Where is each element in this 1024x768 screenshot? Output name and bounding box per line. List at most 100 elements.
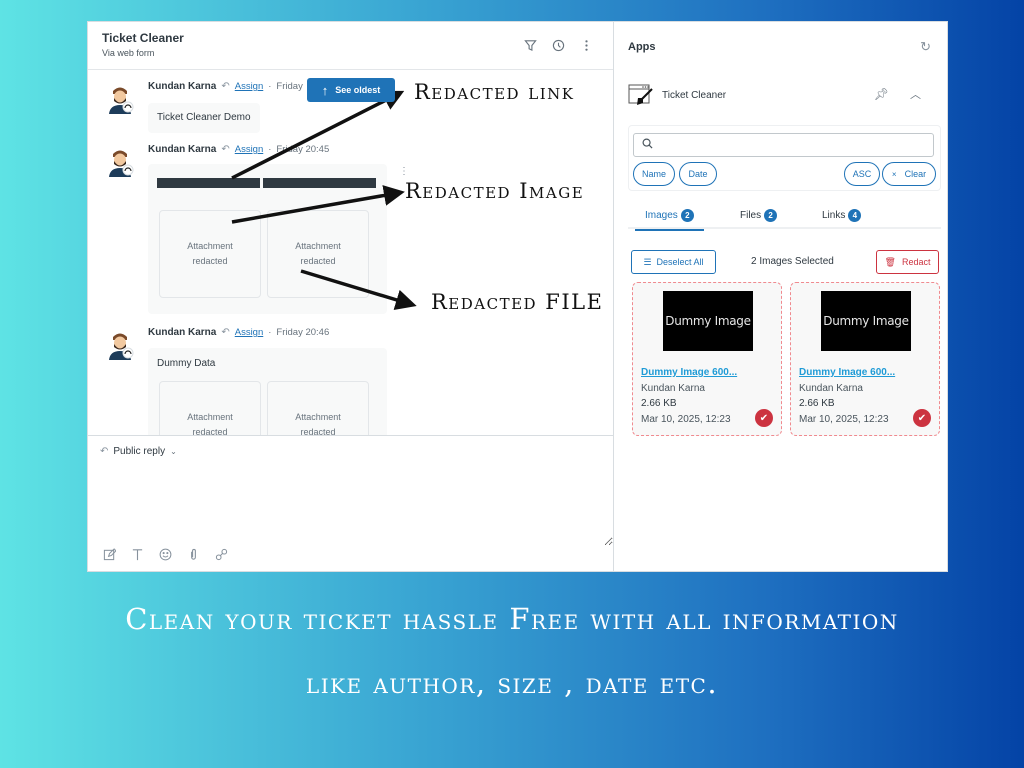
tab-images[interactable]: Images 2 [635,202,704,231]
avatar [109,333,134,360]
file-author: Kundan Karna [799,383,863,394]
reply-type-label: Public reply [113,446,166,457]
message-body: Ticket Cleaner Demo [148,103,260,133]
avatar [109,87,134,114]
attachment-status: redacted [192,256,228,266]
file-date: Mar 10, 2025, 12:23 [799,414,889,425]
apps-title: Apps [628,41,656,53]
search-field[interactable] [633,133,934,157]
selection-actions: ☰ Deselect All 2 Images Selected 🗑︎ Reda… [631,250,939,274]
attachment-label: Attachment [187,241,233,251]
caption-line-1: Clean your ticket hassle Free with all i… [125,602,899,636]
reply-icon: ↶ [100,446,109,457]
attachment-redacted[interactable]: Attachment redacted [267,381,369,435]
file-size: 2.66 KB [641,398,677,409]
reply-input[interactable] [88,466,613,546]
avatar [109,150,134,177]
attachment-redacted[interactable]: Attachment redacted [159,210,261,298]
more-vertical-icon[interactable] [579,38,593,52]
composer-toolbar [102,547,228,561]
close-icon: × [891,169,897,179]
attachment-status: redacted [300,427,336,435]
text-format-icon[interactable] [130,547,144,561]
message-author: Kundan Karna [148,81,217,92]
separator-dot: · [268,144,272,155]
history-icon[interactable] [551,38,565,52]
reply-type-selector[interactable]: ↶ Public reply ⌄ [100,446,177,457]
message: Kundan Karna ↶ Assign · Friday 20:46 Dum… [106,327,613,435]
ticket-header: Ticket Cleaner Via web form [88,22,613,70]
pin-icon[interactable]: 📌︎ [874,87,889,101]
file-size: 2.66 KB [799,398,835,409]
media-card[interactable]: Dummy Image Dummy Image 600... Kundan Ka… [790,282,940,436]
sort-order-button[interactable]: ASC [844,162,880,186]
trash-icon: 🗑︎ [884,256,896,267]
deselect-label: Deselect All [656,257,704,267]
file-name-link[interactable]: Dummy Image 600... [641,367,737,378]
message-timestamp: Friday 20:45 [276,144,330,155]
apps-panel: Apps ↻ Ticket Cleaner 📌︎ ︿ Name Date ASC… [614,22,947,571]
clear-filters-button[interactable]: × Clear [882,162,936,186]
tab-label: Links [822,210,846,221]
selected-check-icon[interactable]: ✔ [755,409,773,427]
media-card[interactable]: Dummy Image Dummy Image 600... Kundan Ka… [632,282,782,436]
count-badge: 2 [764,209,778,222]
selection-count: 2 Images Selected [751,256,834,267]
chevron-up-icon[interactable]: ︿ [910,86,921,102]
arrow-up-icon: ↑ [321,82,329,98]
redact-button[interactable]: 🗑︎ Redact [876,250,939,274]
see-oldest-label: See oldest [335,85,381,95]
file-author: Kundan Karna [641,383,705,394]
assign-link[interactable]: Assign [235,144,264,155]
tab-files[interactable]: Files 2 [740,202,778,229]
message-author: Kundan Karna [148,144,217,155]
attachment-redacted[interactable]: Attachment redacted [267,210,369,298]
image-thumbnail[interactable]: Dummy Image [663,291,753,351]
redact-label: Redact [901,257,931,267]
app-header-ticket-cleaner: Ticket Cleaner 📌︎ ︿ [628,82,933,108]
conversation-list[interactable]: Kundan Karna ↶ Assign · Friday Ticket Cl… [88,71,613,435]
deselect-all-button[interactable]: ☰ Deselect All [631,250,716,274]
compose-icon[interactable] [102,547,116,561]
message-timestamp: Friday 20:46 [276,327,330,338]
sort-by-name-button[interactable]: Name [633,162,675,186]
tab-label: Files [740,210,762,221]
count-badge: 4 [848,209,862,222]
file-name-link[interactable]: Dummy Image 600... [799,367,895,378]
separator-dot: · [268,81,272,92]
clear-label: Clear [904,169,927,179]
see-oldest-button[interactable]: ↑ See oldest [307,78,395,102]
annotation-redacted-link: Redacted link [414,80,575,104]
refresh-icon[interactable]: ↻ [920,39,931,55]
assign-link[interactable]: Assign [235,81,264,92]
message-more-icon[interactable]: ⋮ [399,167,409,177]
reply-icon: ↶ [221,327,230,338]
attachment-status: redacted [300,256,336,266]
link-icon[interactable] [214,547,228,561]
reply-icon: ↶ [221,81,230,92]
redacted-link-bar [157,178,260,188]
ticket-cleaner-logo [628,84,653,105]
image-thumbnail[interactable]: Dummy Image [821,291,911,351]
reply-icon: ↶ [221,144,230,155]
annotation-redacted-image: Redacted Image [405,179,585,203]
search-input[interactable] [658,137,929,153]
sort-by-date-button[interactable]: Date [679,162,717,186]
attachment-label: Attachment [295,412,341,422]
assign-link[interactable]: Assign [235,327,264,338]
redacted-link-bar [263,178,376,188]
checklist-icon: ☰ [643,256,652,267]
file-date: Mar 10, 2025, 12:23 [641,414,731,425]
message-body: Dummy Data Attachment redacted Attachment… [148,348,387,435]
filter-icon[interactable] [523,38,537,52]
selected-check-icon[interactable]: ✔ [913,409,931,427]
emoji-icon[interactable] [158,547,172,561]
attachment-icon[interactable] [186,547,200,561]
attachment-redacted[interactable]: Attachment redacted [159,381,261,435]
count-badge: 2 [680,209,694,222]
reply-composer: ↶ Public reply ⌄ [88,435,613,571]
tab-links[interactable]: Links 4 [822,202,862,229]
message-body: Attachment redacted Attachment redacted [148,164,387,314]
filter-card: Name Date ASC × Clear [628,125,941,191]
chevron-down-icon: ⌄ [170,447,177,456]
